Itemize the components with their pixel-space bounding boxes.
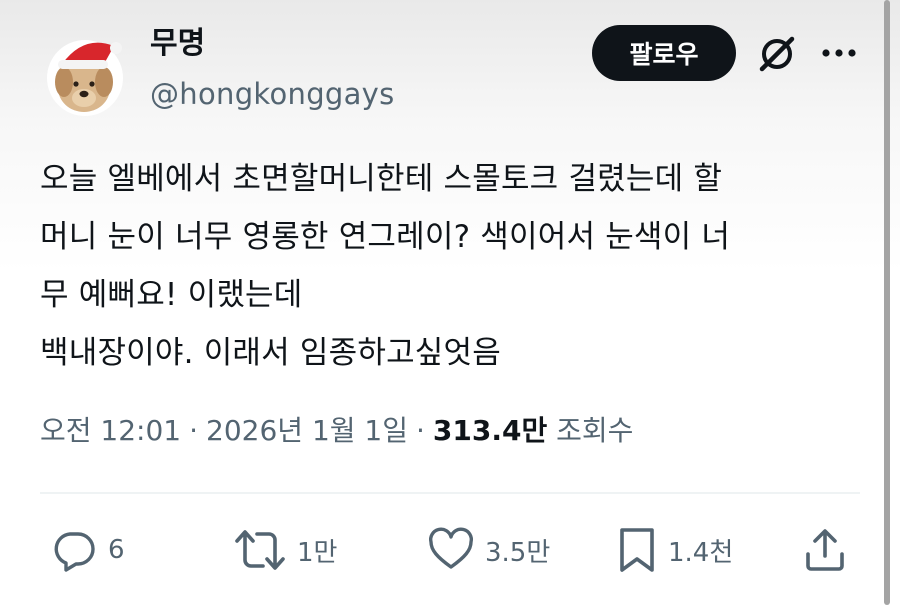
heart-icon — [429, 527, 473, 569]
tweet-date[interactable]: 2026년 1월 1일 — [206, 414, 408, 447]
bookmark-icon — [620, 528, 654, 572]
tweet-text-line: 백내장이야. 이래서 임종하고싶엇음 — [40, 335, 501, 371]
avatar[interactable] — [44, 32, 126, 116]
tweet-text-line: 오늘 엘베에서 초면할머니한테 스몰토크 걸렸는데 할 — [40, 161, 723, 197]
dog-santa-hat-avatar-image — [47, 40, 123, 116]
views-count[interactable]: 313.4만 — [433, 414, 547, 447]
reply-icon — [54, 532, 95, 572]
like-button[interactable]: 3.5만 — [427, 524, 550, 576]
meta-separator: · — [189, 414, 199, 447]
tweet: 무명 @hongkonggays 팔로우 오늘 엘베에서 초면할머니한테 스몰토… — [0, 0, 900, 605]
retweet-count: 1만 — [297, 537, 338, 568]
retweet-button[interactable]: 1만 — [233, 524, 337, 576]
scrollbar[interactable] — [884, 0, 890, 605]
bookmark-count: 1.4천 — [668, 537, 734, 568]
tweet-text: 오늘 엘베에서 초면할머니한테 스몰토크 걸렸는데 할 머니 눈이 너무 영롱한… — [40, 150, 870, 382]
share-button[interactable] — [802, 524, 848, 576]
share-icon — [806, 529, 844, 571]
retweet-icon — [235, 530, 285, 570]
reply-button[interactable]: 6 — [50, 524, 125, 576]
follow-button[interactable]: 팔로우 — [592, 25, 736, 81]
reply-count: 6 — [108, 535, 125, 565]
more-dots-icon[interactable] — [818, 44, 860, 62]
meta-separator: · — [416, 414, 425, 447]
grok-icon[interactable] — [757, 34, 797, 74]
bookmark-button[interactable]: 1.4천 — [616, 524, 733, 576]
like-count: 3.5만 — [485, 537, 551, 568]
tweet-time[interactable]: 오전 12:01 — [40, 414, 181, 447]
author-handle[interactable]: @hongkonggays — [150, 76, 395, 112]
tweet-meta: 오전 12:01 · 2026년 1월 1일 · 313.4만 조회수 — [40, 409, 633, 453]
divider — [40, 492, 860, 494]
tweet-text-line: 머니 눈이 너무 영롱한 연그레이? 색이어서 눈색이 너 — [40, 219, 731, 255]
tweet-text-line: 무 예뻐요! 이랬는데 — [40, 277, 303, 313]
views-label[interactable]: 조회수 — [556, 414, 633, 447]
author-name[interactable]: 무명 — [150, 26, 205, 62]
